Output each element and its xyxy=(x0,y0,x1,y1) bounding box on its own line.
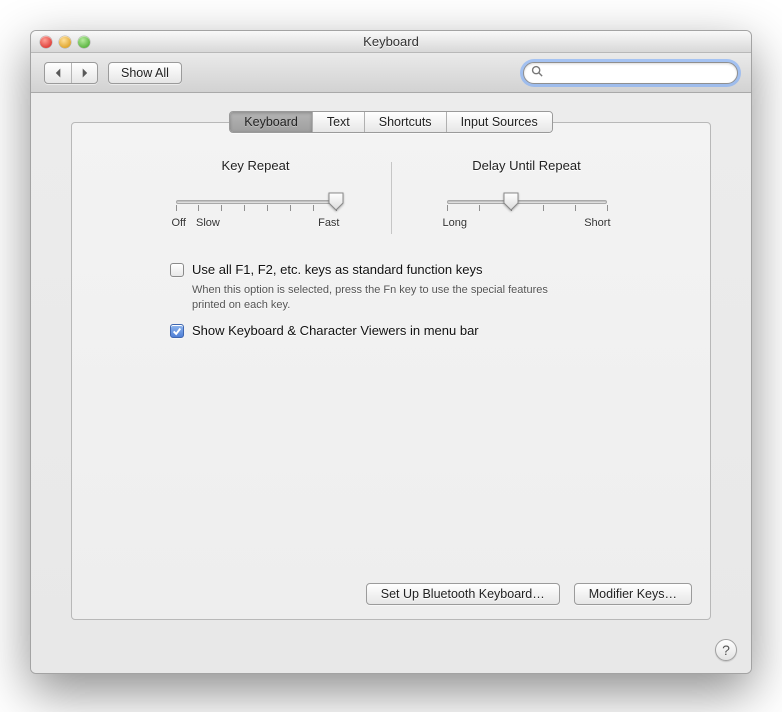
show-all-button[interactable]: Show All xyxy=(108,62,182,84)
delay-long-label: Long xyxy=(443,217,467,229)
minimize-icon[interactable] xyxy=(59,36,71,48)
tab-keyboard[interactable]: Keyboard xyxy=(230,112,312,132)
show-viewers-label: Show Keyboard & Character Viewers in men… xyxy=(192,323,479,338)
help-button[interactable]: ? xyxy=(715,639,737,661)
close-icon[interactable] xyxy=(40,36,52,48)
back-button[interactable] xyxy=(45,63,71,83)
search-field[interactable] xyxy=(523,62,738,84)
search-icon xyxy=(531,65,543,80)
key-repeat-fast-label: Fast xyxy=(318,217,339,229)
key-repeat-off-label: Off xyxy=(172,217,186,229)
delay-title: Delay Until Repeat xyxy=(422,158,632,173)
slider-divider xyxy=(391,162,392,234)
bluetooth-keyboard-button[interactable]: Set Up Bluetooth Keyboard… xyxy=(366,583,560,605)
delay-section: Delay Until Repeat Long Short xyxy=(422,158,632,234)
delay-short-label: Short xyxy=(584,217,610,229)
key-repeat-title: Key Repeat xyxy=(151,158,361,173)
tab-input-sources[interactable]: Input Sources xyxy=(446,112,552,132)
fn-keys-description: When this option is selected, press the … xyxy=(192,283,552,313)
slider-knob[interactable] xyxy=(503,192,519,211)
tab-shortcuts[interactable]: Shortcuts xyxy=(364,112,446,132)
traffic-lights xyxy=(31,36,90,48)
forward-button[interactable] xyxy=(71,63,97,83)
toolbar: Show All xyxy=(31,53,751,93)
key-repeat-section: Key Repeat Off Slow Fast xyxy=(151,158,361,234)
fn-keys-option[interactable]: Use all F1, F2, etc. keys as standard fu… xyxy=(170,262,642,277)
nav-back-forward xyxy=(44,62,98,84)
content-area: Keyboard Text Shortcuts Input Sources Ke… xyxy=(31,93,751,673)
key-repeat-slow-label: Slow xyxy=(196,217,220,229)
modifier-keys-button[interactable]: Modifier Keys… xyxy=(574,583,692,605)
fn-keys-checkbox[interactable] xyxy=(170,263,184,277)
options-group: Use all F1, F2, etc. keys as standard fu… xyxy=(120,262,662,338)
delay-slider[interactable] xyxy=(447,191,607,215)
fn-keys-label: Use all F1, F2, etc. keys as standard fu… xyxy=(192,262,482,277)
key-repeat-slider[interactable] xyxy=(176,191,336,215)
search-input[interactable] xyxy=(547,66,730,80)
window-title: Keyboard xyxy=(31,34,751,49)
tab-bar: Keyboard Text Shortcuts Input Sources xyxy=(71,111,711,133)
slider-knob[interactable] xyxy=(328,192,344,211)
show-viewers-option[interactable]: Show Keyboard & Character Viewers in men… xyxy=(170,323,642,338)
tab-panel: Key Repeat Off Slow Fast Delay Until R xyxy=(71,122,711,620)
tab-text[interactable]: Text xyxy=(312,112,364,132)
zoom-icon[interactable] xyxy=(78,36,90,48)
footer-buttons: Set Up Bluetooth Keyboard… Modifier Keys… xyxy=(72,583,710,605)
titlebar[interactable]: Keyboard xyxy=(31,31,751,53)
show-viewers-checkbox[interactable] xyxy=(170,324,184,338)
preferences-window: Keyboard Show All Keyboard Text Shortcut… xyxy=(30,30,752,674)
